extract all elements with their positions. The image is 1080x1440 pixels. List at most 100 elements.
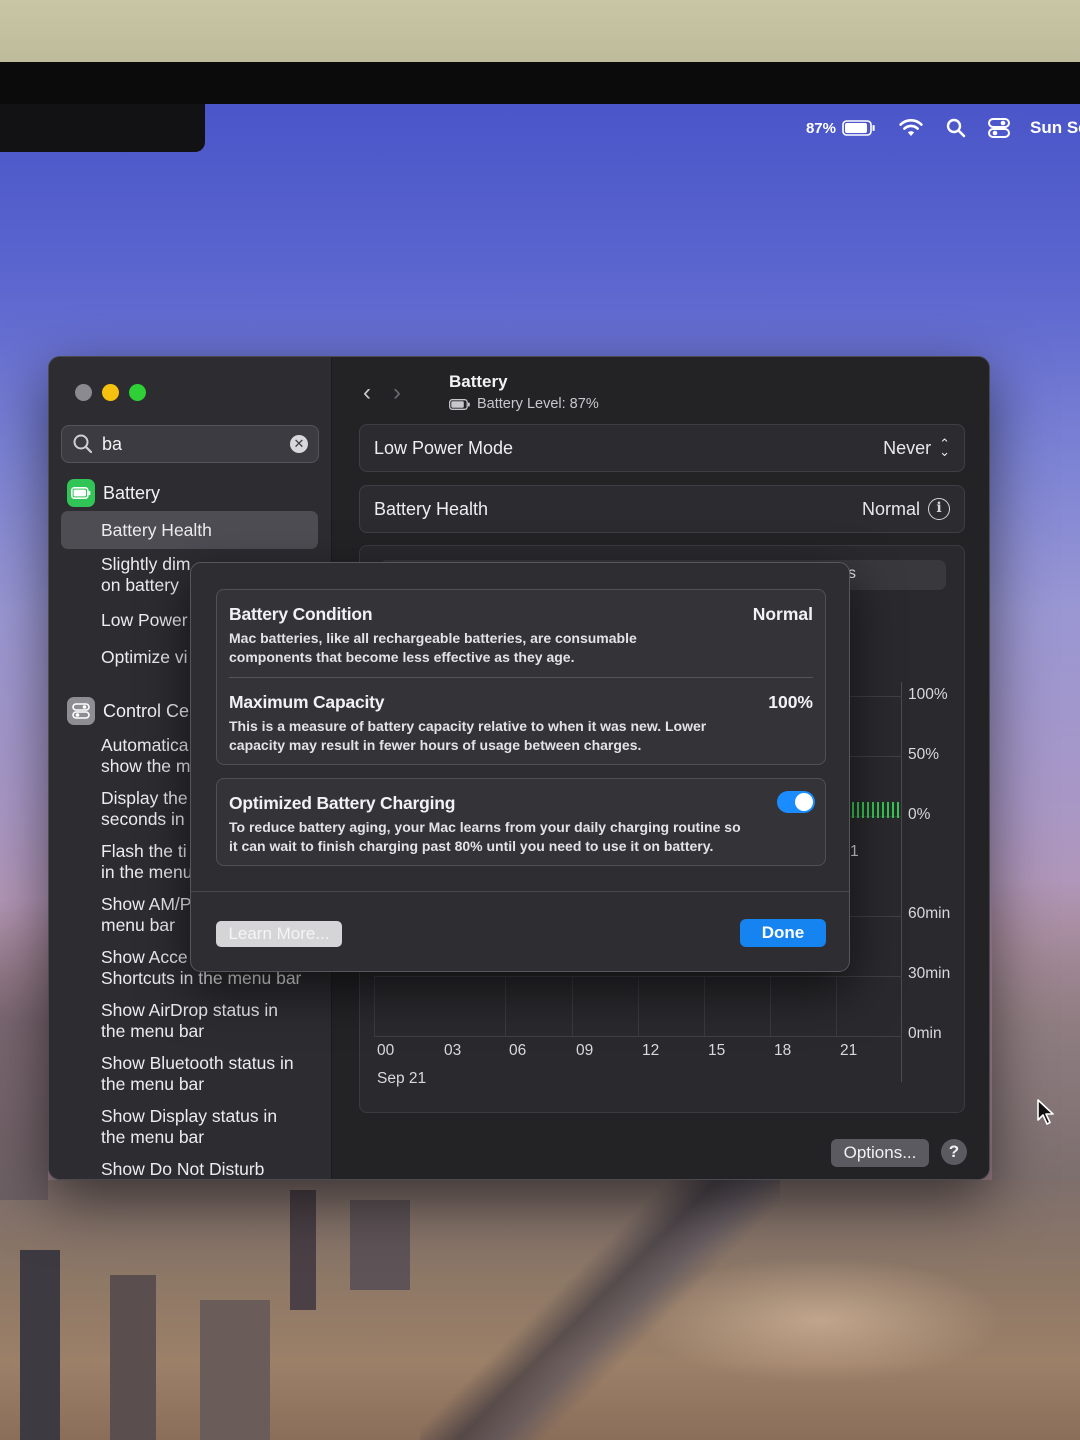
battery-level-bars — [852, 802, 899, 818]
control-center-icon — [988, 118, 1010, 138]
maximum-capacity-value: 100% — [768, 692, 813, 712]
chart-gridline-vertical — [572, 976, 573, 1036]
sidebar-item-label-line2: the menu bar — [101, 1127, 205, 1147]
x-tick: 18 — [774, 1042, 792, 1059]
battery-condition-title: Battery Condition — [229, 604, 373, 624]
x-tick: 15 — [708, 1042, 726, 1059]
page-title: Battery — [449, 372, 508, 391]
battery-settings-icon — [67, 479, 95, 507]
x-tick: 21 — [840, 1042, 858, 1059]
low-power-mode-value: Never — [883, 437, 932, 458]
battery-icon — [842, 120, 875, 136]
battery-health-value: Normal — [861, 498, 920, 519]
sheet-footer-divider — [191, 891, 849, 892]
x-date-label: Sep 21 — [377, 1070, 427, 1087]
sidebar-item-show-airdrop[interactable]: Show AirDrop status in the menu bar — [101, 1000, 331, 1042]
search-input[interactable]: ba — [102, 434, 290, 455]
back-chevron-icon[interactable]: ‹ — [363, 379, 371, 407]
chart-gridline-vertical — [374, 976, 375, 1036]
menu-spotlight[interactable] — [946, 118, 966, 138]
done-button[interactable]: Done — [740, 919, 826, 947]
display-notch-area — [0, 104, 205, 152]
menu-control-center[interactable] — [988, 118, 1010, 138]
x-tick: 06 — [509, 1042, 527, 1059]
chart-gridline-vertical — [836, 976, 837, 1036]
sidebar-item-label-line2: the menu bar — [101, 1021, 205, 1041]
maximum-capacity-title: Maximum Capacity — [229, 692, 385, 712]
chart-gridline-vertical — [505, 976, 506, 1036]
level-axis-100: 100% — [908, 686, 948, 703]
search-icon — [73, 434, 93, 454]
page-subtitle: Battery Level: 87% — [449, 396, 599, 412]
description-line: To reduce battery aging, your Mac learns… — [229, 819, 741, 835]
sidebar-item-show-bluetooth[interactable]: Show Bluetooth status in the menu bar — [101, 1053, 331, 1095]
chart-partial-tick: 1 — [850, 843, 859, 860]
navigation-buttons: ‹ › — [363, 379, 401, 407]
battery-condition-value: Normal — [752, 604, 813, 624]
wallpaper-highway — [420, 1180, 780, 1440]
wallpaper-city-left — [0, 900, 48, 1200]
low-power-mode-select[interactable]: Never ⌃ ⌄ — [883, 436, 950, 459]
up-down-chevron-icon: ⌃ ⌄ — [939, 436, 950, 459]
time-axis-0: 0min — [908, 1025, 942, 1042]
sidebar-item-battery-health[interactable]: Battery Health — [101, 520, 331, 541]
level-axis-50: 50% — [908, 746, 940, 763]
sidebar-item-show-display[interactable]: Show Display status in the menu bar — [101, 1106, 331, 1148]
battery-health-sheet: Battery Condition Normal Mac batteries, … — [190, 562, 850, 972]
level-axis-0: 0% — [908, 806, 931, 823]
optimized-charging-description: To reduce battery aging, your Mac learns… — [229, 818, 813, 856]
description-line: capacity may result in fewer hours of us… — [229, 737, 642, 753]
menu-clock[interactable]: Sun Se — [1030, 118, 1080, 138]
sidebar-item-label: Show Display status in — [101, 1106, 278, 1126]
menu-battery-percent: 87% — [805, 119, 836, 137]
sidebar-section-label: Battery — [103, 482, 161, 503]
mouse-pointer-icon — [1037, 1099, 1054, 1125]
minimize-window-button[interactable] — [102, 384, 119, 401]
battery-condition-section: Battery Condition Normal Mac batteries, … — [229, 604, 813, 667]
search-field[interactable]: ba ✕ — [61, 425, 319, 463]
sidebar-item-show-do-not-disturb[interactable]: Show Do Not Disturb — [101, 1159, 331, 1179]
clear-search-icon[interactable]: ✕ — [290, 435, 308, 453]
options-button[interactable]: Options... — [831, 1139, 929, 1167]
wallpaper-city-right — [992, 880, 1080, 1180]
wifi-icon — [899, 119, 923, 136]
optimized-charging-title: Optimized Battery Charging — [229, 793, 456, 813]
maximum-capacity-section: Maximum Capacity 100% This is a measure … — [229, 692, 813, 755]
battery-condition-description: Mac batteries, like all rechargeable bat… — [229, 629, 813, 667]
battery-info-card: Battery Condition Normal Mac batteries, … — [216, 589, 826, 765]
description-line: it can wait to finish charging past 80% … — [229, 838, 714, 854]
wallpaper-building — [350, 1200, 410, 1290]
low-power-mode-row: Low Power Mode Never ⌃ ⌄ — [359, 424, 965, 472]
wall-background — [0, 0, 1080, 62]
chart-gridline — [374, 1036, 902, 1037]
chart-gridline-vertical — [770, 976, 771, 1036]
display-bezel — [0, 62, 1080, 106]
learn-more-button[interactable]: Learn More... — [216, 921, 342, 947]
help-button[interactable]: ? — [941, 1139, 967, 1165]
forward-chevron-icon[interactable]: › — [393, 379, 401, 407]
sidebar-item-label: Show Bluetooth status in — [101, 1053, 294, 1073]
optimized-charging-section: Optimized Battery Charging To reduce bat… — [229, 793, 813, 856]
info-icon[interactable]: i — [928, 498, 950, 520]
x-tick: 00 — [377, 1042, 395, 1059]
time-axis-30: 30min — [908, 965, 951, 982]
battery-health-row[interactable]: Battery Health Normal i — [359, 485, 965, 533]
control-center-settings-icon — [67, 697, 95, 725]
description-line: This is a measure of battery capacity re… — [229, 718, 707, 734]
chart-gridline-vertical — [638, 976, 639, 1036]
description-line: Mac batteries, like all rechargeable bat… — [229, 630, 637, 646]
sidebar-item-battery[interactable]: Battery — [67, 479, 160, 507]
wallpaper-building — [20, 1250, 60, 1440]
wallpaper-building — [290, 1190, 316, 1310]
chart-gridline-vertical — [704, 976, 705, 1036]
menu-wifi[interactable] — [898, 118, 924, 138]
sidebar-item-control-center[interactable]: Control Ce — [67, 697, 189, 725]
menu-battery[interactable]: 87% — [806, 120, 876, 137]
zoom-window-button[interactable] — [129, 384, 146, 401]
close-window-button[interactable] — [75, 384, 92, 401]
sidebar-item-label: Show AirDrop status in — [101, 1000, 279, 1020]
optimized-charging-toggle[interactable] — [777, 791, 815, 813]
pane-header: Battery Battery Level: 87% — [449, 372, 599, 412]
x-tick: 09 — [576, 1042, 594, 1059]
low-power-mode-label: Low Power Mode — [374, 437, 514, 458]
